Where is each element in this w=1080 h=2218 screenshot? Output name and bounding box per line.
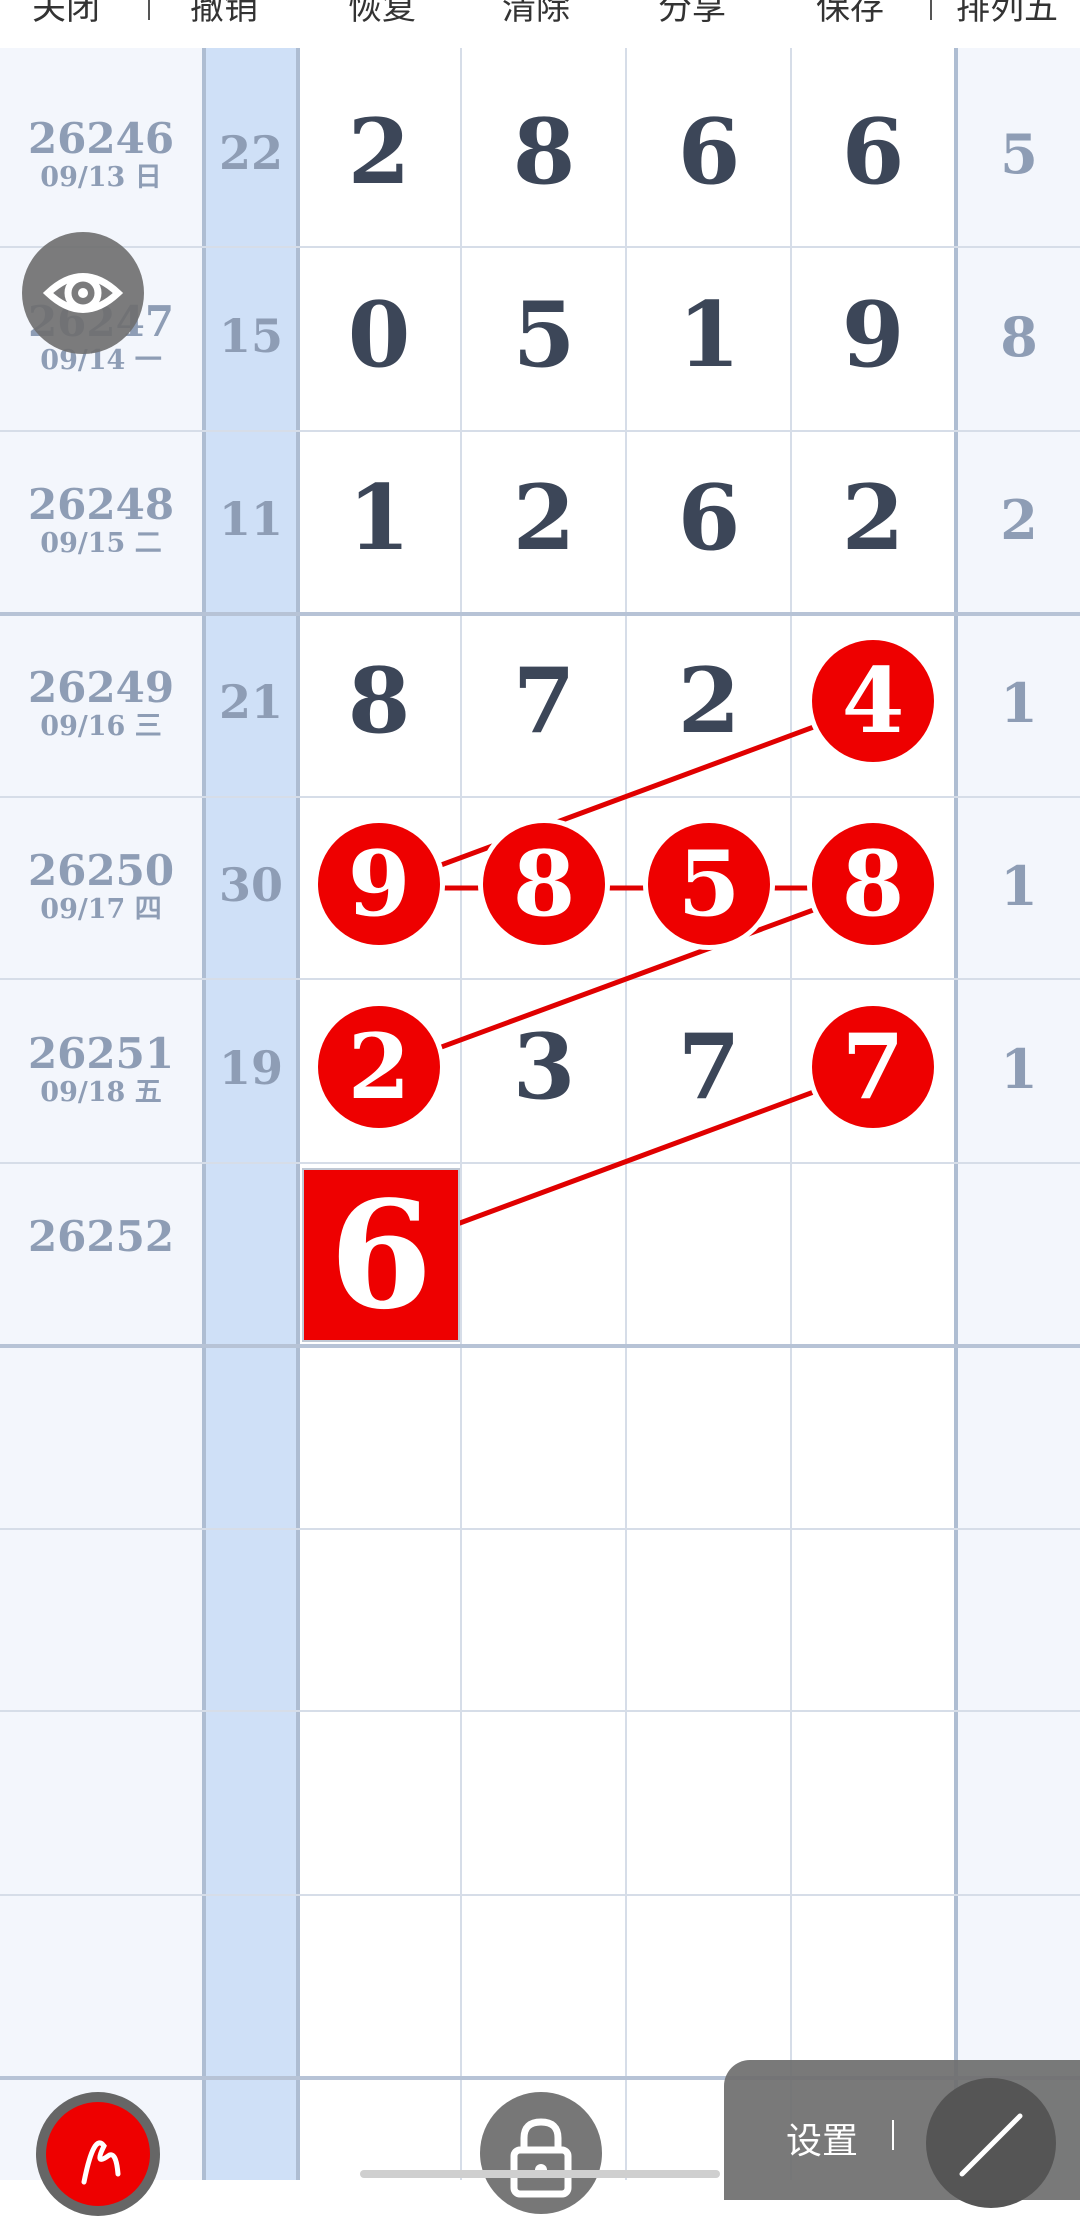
highlighted-digit[interactable]: 5 — [627, 823, 791, 945]
row-divider — [0, 1344, 1080, 1348]
current-pick-cell[interactable]: 6 — [302, 1168, 460, 1342]
digit-cell[interactable]: 7 — [627, 1014, 791, 1120]
sum-cell: 30 — [218, 858, 283, 912]
share-button[interactable]: 分享 — [658, 0, 726, 29]
digit-cell[interactable]: 8 — [462, 99, 626, 205]
settings-panel: 设置 — [724, 2060, 1080, 2208]
game-mode-button[interactable]: 排列五 — [956, 0, 1058, 29]
pen-icon — [81, 2140, 121, 2185]
highlighted-digit[interactable]: 7 — [791, 1006, 955, 1128]
line-tool-icon — [959, 2113, 1023, 2177]
sum-column-bg — [204, 48, 298, 2180]
p5-cell: 1 — [1000, 1037, 1038, 1101]
sum-cell: 15 — [218, 309, 283, 363]
issue-cell: 26246 09/13 日 — [27, 114, 175, 194]
eye-icon — [42, 273, 124, 313]
toolbar: 关闭 撤销 恢复 清除 分享 保存 排列五 — [0, 0, 1080, 48]
settings-button[interactable]: 设置 — [786, 2112, 858, 2164]
p5-cell: 2 — [1000, 488, 1038, 552]
digit-cell[interactable]: 9 — [791, 282, 955, 388]
toolbar-separator — [148, 0, 150, 20]
issue-cell: 26249 09/16 三 — [27, 663, 175, 743]
digit-cell[interactable]: 5 — [462, 282, 626, 388]
clear-button[interactable]: 清除 — [502, 0, 570, 29]
digit-cell[interactable]: 0 — [297, 282, 461, 388]
column-divider — [202, 48, 206, 2180]
digit-cell[interactable]: 6 — [627, 465, 791, 571]
sum-cell: 19 — [218, 1041, 283, 1095]
p5-cell: 5 — [1000, 122, 1038, 186]
line-tool-button[interactable] — [926, 2078, 1056, 2208]
p5-cell: 1 — [1000, 671, 1038, 735]
undo-button[interactable]: 撤销 — [190, 0, 258, 29]
digit-cell[interactable]: 1 — [297, 465, 461, 571]
pen-color-swatch — [46, 2102, 150, 2206]
redo-button[interactable]: 恢复 — [348, 0, 416, 29]
sum-cell: 11 — [218, 492, 283, 546]
row-divider — [0, 612, 1080, 616]
p5-cell: 8 — [1000, 305, 1038, 369]
digit-cell[interactable]: 8 — [297, 648, 461, 754]
save-button[interactable]: 保存 — [816, 0, 884, 29]
digit-cell[interactable]: 6 — [627, 99, 791, 205]
row-divider — [0, 1710, 1080, 1712]
row-divider — [0, 1162, 1080, 1164]
highlighted-digit[interactable]: 8 — [791, 823, 955, 945]
p5-cell: 1 — [1000, 854, 1038, 918]
lock-button[interactable] — [480, 2092, 602, 2214]
sum-cell: 22 — [218, 126, 283, 180]
row-divider — [0, 978, 1080, 980]
issue-cell: 26250 09/17 四 — [27, 846, 175, 926]
row-divider — [0, 1528, 1080, 1530]
visibility-toggle-button[interactable] — [22, 232, 144, 354]
sum-cell: 21 — [218, 675, 283, 729]
digit-cell[interactable]: 2 — [627, 648, 791, 754]
toolbar-separator — [930, 0, 932, 20]
digit-cell[interactable]: 3 — [462, 1014, 626, 1120]
highlighted-digit[interactable]: 9 — [297, 823, 461, 945]
issue-cell: 26252 — [27, 1212, 175, 1261]
digit-cell[interactable]: 7 — [462, 648, 626, 754]
highlighted-digit[interactable]: 8 — [462, 823, 626, 945]
settings-separator — [892, 2120, 894, 2150]
row-divider — [0, 1894, 1080, 1896]
close-button[interactable]: 关闭 — [32, 0, 100, 29]
digit-cell[interactable]: 1 — [627, 282, 791, 388]
issue-cell: 26251 09/18 五 — [27, 1029, 175, 1109]
digit-cell[interactable]: 2 — [297, 99, 461, 205]
digit-cell[interactable]: 2 — [791, 465, 955, 571]
highlighted-digit[interactable]: 4 — [791, 640, 955, 762]
row-divider — [0, 246, 1080, 248]
lock-icon — [510, 2118, 572, 2198]
row-divider — [0, 430, 1080, 432]
digit-cell[interactable]: 2 — [462, 465, 626, 571]
highlighted-digit[interactable]: 2 — [297, 1006, 461, 1128]
home-indicator — [360, 2170, 720, 2178]
pen-color-button[interactable] — [36, 2092, 160, 2216]
digit-cell[interactable]: 6 — [791, 99, 955, 205]
row-divider — [0, 796, 1080, 798]
issue-cell: 26248 09/15 二 — [27, 480, 175, 560]
